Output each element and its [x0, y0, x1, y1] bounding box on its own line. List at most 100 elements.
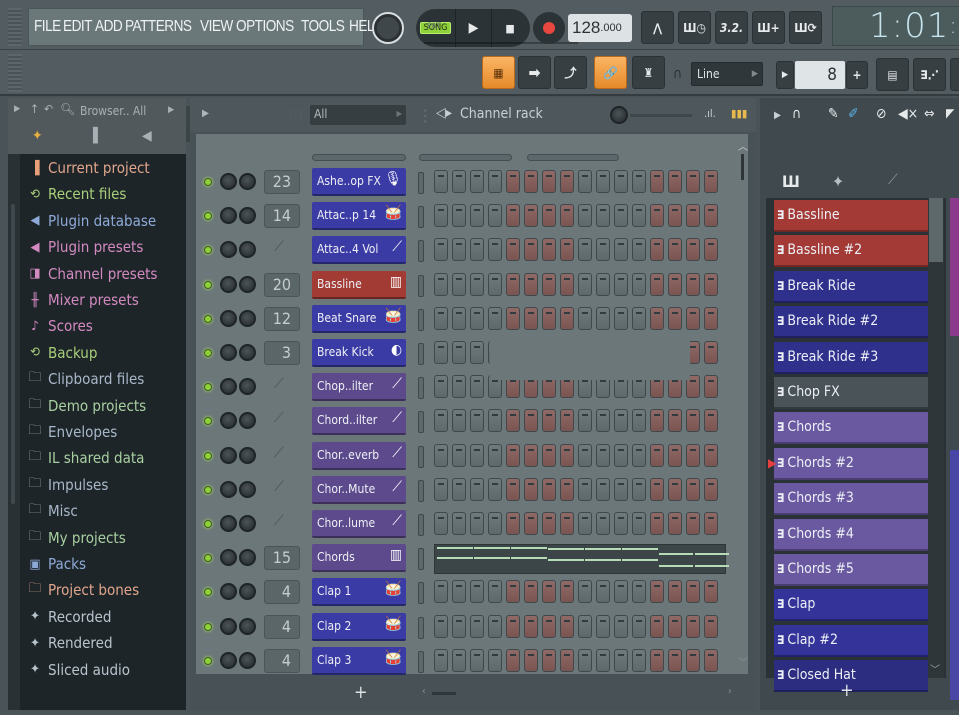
pattern-item[interactable]: ∃ Chords #3 [774, 483, 928, 516]
step-button[interactable] [668, 204, 682, 228]
mute-led[interactable] [204, 520, 212, 528]
step-button[interactable] [434, 477, 448, 501]
step-button[interactable] [650, 306, 664, 330]
pattern-item[interactable]: ▶ ∃ Chords #2 [768, 447, 928, 480]
browser-item[interactable]: ♪ Scores [26, 314, 93, 338]
step-button[interactable] [506, 170, 520, 193]
step-button[interactable] [686, 272, 700, 296]
volume-knob[interactable] [239, 344, 256, 361]
channel-button[interactable]: Chor..lume ⟋ [312, 510, 406, 538]
step-button[interactable] [524, 580, 538, 604]
step-button[interactable] [542, 204, 556, 228]
step-button[interactable] [452, 477, 466, 501]
mixer-track-field[interactable]: 3 [264, 341, 300, 365]
browser-item[interactable]: ╫ Mixer presets [26, 288, 138, 312]
options-arrow-icon[interactable]: ▶ [202, 108, 209, 119]
step-button[interactable] [452, 306, 466, 330]
step-button[interactable] [470, 443, 484, 467]
step-button[interactable] [650, 614, 664, 638]
plugin-button[interactable]: ♜ [632, 56, 665, 89]
scroll-up-icon[interactable]: ︿ [738, 138, 748, 153]
step-button[interactable] [470, 580, 484, 604]
step-button[interactable] [668, 512, 682, 535]
group-bar-1[interactable] [312, 154, 406, 161]
channel-select[interactable] [418, 650, 424, 673]
step-button[interactable] [452, 443, 466, 467]
step-button[interactable] [506, 477, 520, 501]
menu-file[interactable]: FILE [34, 18, 61, 36]
channel-button[interactable]: Chord..ilter ⟋ [312, 407, 406, 436]
scroll-left-icon[interactable]: ‹ [422, 686, 426, 697]
main-volume-knob[interactable] [372, 12, 404, 44]
step-button[interactable] [560, 648, 574, 672]
step-button[interactable] [632, 204, 646, 228]
pattern-item[interactable]: ∃ Chop FX [774, 377, 928, 409]
step-button[interactable] [578, 272, 592, 296]
step-button[interactable] [434, 341, 448, 364]
step-button[interactable] [668, 170, 682, 193]
piano-roll-preview[interactable] [434, 544, 729, 575]
step-button[interactable] [632, 614, 646, 638]
channel-button[interactable]: Clap 3 🥁 [312, 646, 406, 675]
channel-select[interactable] [418, 172, 424, 194]
channel-button[interactable]: Break Kick ◐ [312, 339, 406, 367]
channel-button[interactable]: Clap 2 🥁 [312, 612, 406, 641]
step-button[interactable] [560, 306, 574, 330]
browser-item[interactable]: ✦ Rendered [26, 631, 112, 655]
step-button[interactable] [704, 375, 718, 399]
step-button[interactable] [488, 170, 502, 193]
channel-select[interactable] [418, 445, 424, 468]
up-arrow-icon[interactable]: ↑ [30, 102, 39, 116]
browser-item[interactable]: 🗀 Clipboard files [26, 367, 144, 391]
step-button[interactable] [488, 512, 502, 535]
volume-knob[interactable] [239, 173, 256, 190]
swing-knob[interactable] [610, 106, 628, 124]
volume-knob[interactable] [239, 241, 256, 259]
step-button[interactable] [614, 648, 628, 672]
paint-brush-icon[interactable]: ✐ [848, 106, 859, 122]
time-display[interactable]: 1:01:00 [832, 6, 959, 46]
channel-filter-select[interactable]: All ▶ [310, 105, 406, 125]
browser-item[interactable]: 🗀 IL shared data [26, 446, 144, 470]
step-button[interactable] [542, 648, 556, 672]
step-button[interactable] [596, 204, 610, 228]
chevron-right-icon[interactable]: ▶ [168, 105, 174, 115]
step-button[interactable] [434, 375, 448, 399]
pencil-icon[interactable]: ✎ [828, 106, 839, 122]
mixer-track-field[interactable]: 14 [264, 204, 300, 229]
step-button[interactable] [560, 238, 574, 262]
step-button[interactable] [470, 204, 484, 228]
step-button[interactable] [614, 204, 628, 228]
pattern-item[interactable]: ∃ Clap [774, 589, 928, 622]
step-button[interactable] [524, 238, 538, 262]
pan-knob[interactable] [220, 309, 237, 327]
step-button[interactable] [686, 238, 700, 262]
step-button[interactable] [506, 614, 520, 638]
step-button[interactable] [488, 238, 502, 262]
step-button[interactable] [704, 477, 718, 501]
mute-led[interactable] [204, 451, 212, 460]
step-button[interactable] [542, 614, 556, 638]
step-button[interactable] [614, 580, 628, 604]
step-button[interactable] [614, 272, 628, 296]
step-button[interactable] [704, 170, 718, 193]
mixer-track-field[interactable]: 23 [264, 170, 300, 194]
step-button[interactable] [560, 443, 574, 467]
options-arrow-icon[interactable]: ▶ [774, 110, 781, 121]
mixer-track-field[interactable]: 12 [264, 306, 300, 331]
step-button[interactable] [578, 409, 592, 433]
step-button[interactable] [686, 580, 700, 604]
slip-icon[interactable]: ⇔ [924, 106, 935, 122]
step-button[interactable] [650, 477, 664, 501]
step-button[interactable] [704, 238, 718, 262]
step-button[interactable] [632, 409, 646, 433]
record-button[interactable] [533, 12, 565, 44]
step-button[interactable] [524, 477, 538, 501]
volume-knob[interactable] [239, 515, 256, 532]
pan-knob[interactable] [220, 412, 237, 430]
mixer-track-field[interactable]: 4 [264, 580, 300, 605]
graph-editor-icon[interactable]: .ıl. [704, 107, 716, 120]
playlist-button[interactable]: ▤ [876, 58, 909, 91]
channel-button[interactable]: Clap 1 🥁 [312, 578, 406, 607]
step-button[interactable] [542, 170, 556, 193]
